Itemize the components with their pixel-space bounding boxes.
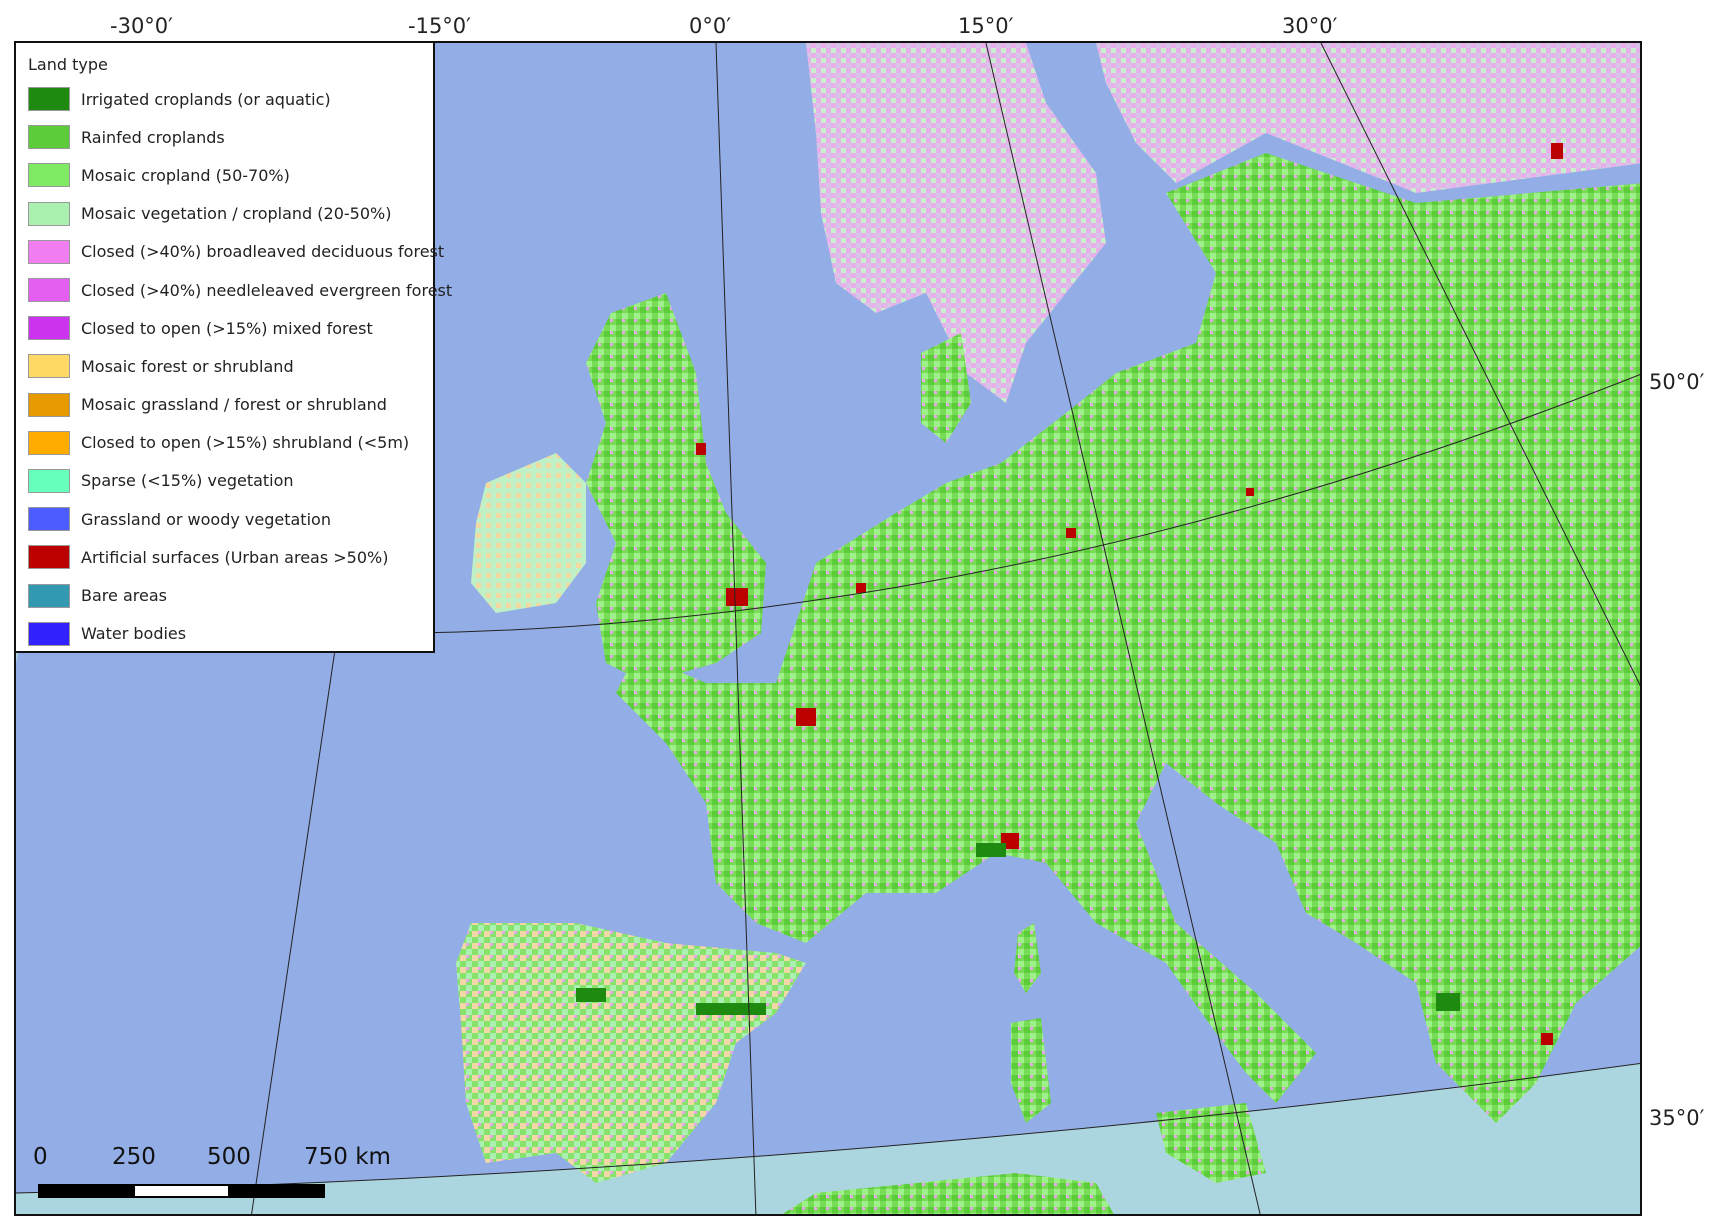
legend-item: Closed (>40%) needleleaved evergreen for… xyxy=(28,271,452,309)
scale-tick-500: 500 xyxy=(207,1144,251,1170)
lon-label-e15: 15°0′ xyxy=(958,14,1014,38)
legend-label: Closed (>40%) broadleaved deciduous fore… xyxy=(81,242,445,262)
scale-segment-1 xyxy=(38,1184,135,1198)
legend-item: Closed (>40%) broadleaved deciduous fore… xyxy=(28,233,444,271)
legend-label: Grassland or woody vegetation xyxy=(81,509,331,529)
legend-swatch xyxy=(28,87,70,112)
legend-label: Rainfed croplands xyxy=(81,127,225,147)
legend-swatch xyxy=(28,278,70,303)
legend-swatch xyxy=(28,316,70,341)
lon-label-e30: 30°0′ xyxy=(1282,14,1338,38)
legend-item: Closed to open (>15%) mixed forest xyxy=(28,309,421,347)
scale-segment-2 xyxy=(133,1184,230,1198)
legend-label: Sparse (<15%) vegetation xyxy=(81,471,294,491)
legend-swatch xyxy=(28,239,70,264)
map-page: -30°0′ -15°0′ 0°0′ 15°0′ 30°0′ 50°0′ 35°… xyxy=(0,0,1722,1217)
legend-label: Closed to open (>15%) shrubland (<5m) xyxy=(81,433,410,453)
lat-label-35: 35°0′ xyxy=(1649,1106,1705,1130)
legend-swatch xyxy=(28,507,70,532)
legend-swatch xyxy=(28,621,70,646)
scale-bar: 0 250 500 750 km xyxy=(24,1140,394,1212)
lon-label-w30: -30°0′ xyxy=(110,14,173,38)
scale-tick-750: 750 km xyxy=(304,1144,391,1170)
legend-swatch xyxy=(28,163,70,188)
scale-segment-3 xyxy=(228,1184,325,1198)
legend-item: Mosaic cropland (50-70%) xyxy=(28,156,421,194)
legend-item: Mosaic forest or shrubland xyxy=(28,347,421,385)
legend-swatch xyxy=(28,392,70,417)
legend-item: Grassland or woody vegetation xyxy=(28,500,421,538)
legend-item: Water bodies xyxy=(28,615,421,653)
legend-label: Closed to open (>15%) mixed forest xyxy=(81,318,373,338)
legend-label: Irrigated croplands (or aquatic) xyxy=(81,89,331,109)
legend-item: Bare areas xyxy=(28,576,421,614)
legend-item: Artificial surfaces (Urban areas >50%) xyxy=(28,538,421,576)
legend-swatch xyxy=(28,201,70,226)
legend-label: Artificial surfaces (Urban areas >50%) xyxy=(81,547,389,567)
legend-label: Bare areas xyxy=(81,586,167,606)
legend-label: Closed (>40%) needleleaved evergreen for… xyxy=(81,280,453,300)
legend-item: Mosaic grassland / forest or shrubland xyxy=(28,386,421,424)
lat-label-50: 50°0′ xyxy=(1649,370,1705,394)
lon-label-0: 0°0′ xyxy=(689,14,731,38)
scale-tick-0: 0 xyxy=(33,1144,48,1170)
legend-swatch xyxy=(28,430,70,455)
legend-swatch xyxy=(28,545,70,570)
legend-items: Irrigated croplands (or aquatic) Rainfed … xyxy=(28,80,452,653)
legend-swatch xyxy=(28,125,70,150)
scale-tick-250: 250 xyxy=(112,1144,156,1170)
legend-label: Mosaic cropland (50-70%) xyxy=(81,165,290,185)
legend-item: Rainfed croplands xyxy=(28,118,421,156)
legend-label: Mosaic forest or shrubland xyxy=(81,356,294,376)
legend: Land type Irrigated croplands (or aquati… xyxy=(14,41,452,653)
legend-label: Mosaic grassland / forest or shrubland xyxy=(81,395,387,415)
legend-swatch xyxy=(28,354,70,379)
legend-swatch xyxy=(28,583,70,608)
legend-label: Water bodies xyxy=(81,624,187,644)
lon-label-w15: -15°0′ xyxy=(408,14,471,38)
legend-title: Land type xyxy=(28,55,108,74)
legend-item: Irrigated croplands (or aquatic) xyxy=(28,80,421,118)
legend-item: Mosaic vegetation / cropland (20-50%) xyxy=(28,195,421,233)
legend-swatch xyxy=(28,468,70,493)
legend-item: Closed to open (>15%) shrubland (<5m) xyxy=(28,424,421,462)
legend-label: Mosaic vegetation / cropland (20-50%) xyxy=(81,204,392,224)
legend-item: Sparse (<15%) vegetation xyxy=(28,462,421,500)
finland-russia-north xyxy=(1096,43,1640,193)
